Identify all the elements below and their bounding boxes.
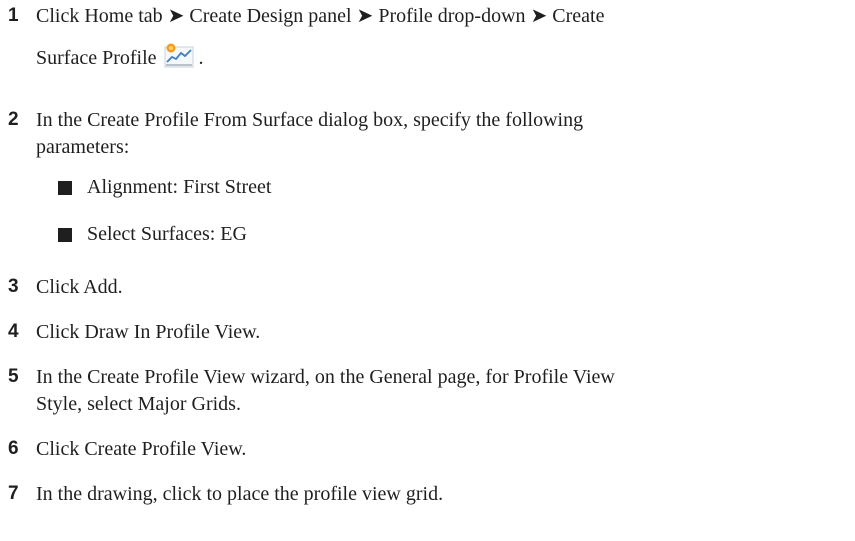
step-number: 6 — [8, 438, 19, 459]
step-text: Click Add. — [36, 276, 123, 298]
step-text: Surface Profile — [36, 47, 157, 69]
step-number: 1 — [8, 5, 19, 26]
step-text-line-1: Click Home tab ➤ Create Design panel ➤ P… — [36, 5, 605, 27]
step-text-suffix: . — [198, 47, 204, 69]
step-number: 2 — [8, 109, 19, 130]
step-text-line-1: In the Create Profile From Surface dialo… — [36, 109, 584, 131]
step-number: 5 — [8, 366, 19, 387]
step-text-line-1: In the Create Profile View wizard, on th… — [36, 366, 615, 388]
bullet-text: Select Surfaces: EG — [87, 223, 247, 245]
step-number: 7 — [8, 483, 19, 504]
step-text-line-2: parameters: — [36, 136, 130, 158]
bullet-marker — [58, 228, 72, 242]
step-text: Click Draw In Profile View. — [36, 321, 261, 343]
step-number: 4 — [8, 321, 19, 342]
step-text-line-2: Style, select Major Grids. — [36, 393, 241, 415]
step-number: 3 — [8, 276, 19, 297]
create-surface-profile-icon — [164, 42, 194, 68]
step-text: In the drawing, click to place the profi… — [36, 483, 444, 505]
bullet-text: Alignment: First Street — [87, 176, 272, 198]
step-text-line-2: Surface Profile . — [36, 42, 843, 72]
bullet-marker — [58, 181, 72, 195]
step-text: Click Create Profile View. — [36, 438, 247, 460]
